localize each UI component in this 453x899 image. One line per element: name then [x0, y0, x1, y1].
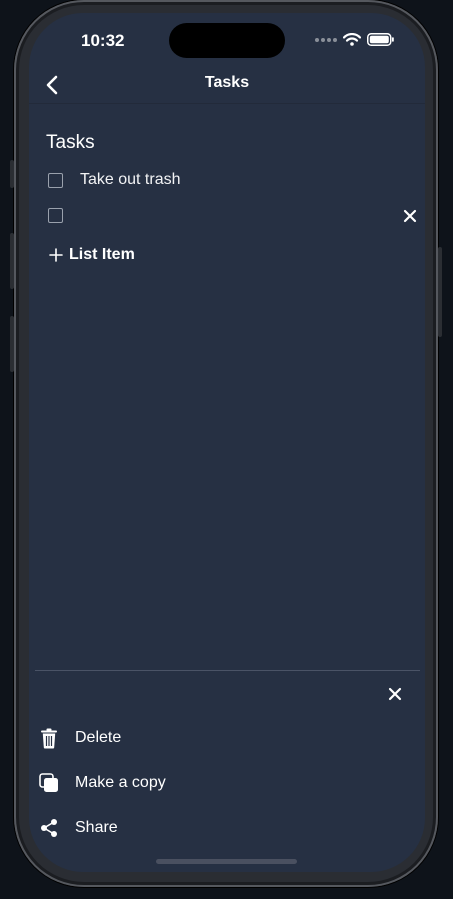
item-text[interactable]: Take out trash	[80, 171, 181, 189]
item-checkbox[interactable]	[48, 208, 63, 223]
app-screen: 10:32 Tasks Tasks Take out trash List It…	[29, 13, 425, 872]
close-sheet-icon[interactable]	[387, 686, 403, 702]
side-button	[10, 233, 14, 289]
dynamic-island	[169, 23, 285, 58]
cellular-signal-icon	[315, 37, 337, 42]
list-title[interactable]: Tasks	[46, 132, 95, 154]
share-label: Share	[75, 819, 118, 836]
list-item	[48, 206, 418, 228]
side-button	[438, 247, 442, 337]
page-title: Tasks	[204, 74, 250, 91]
trash-icon	[39, 727, 59, 749]
status-icons	[315, 33, 395, 46]
list-item: Take out trash	[48, 171, 418, 193]
plus-icon	[49, 248, 63, 262]
action-sheet: Delete Make a copy Share	[35, 670, 420, 872]
status-time: 10:32	[81, 31, 125, 50]
share-icon	[39, 817, 59, 839]
make-copy-label: Make a copy	[75, 774, 166, 791]
wifi-icon	[343, 33, 361, 46]
share-button[interactable]: Share	[39, 817, 118, 839]
delete-label: Delete	[75, 729, 122, 746]
make-copy-button[interactable]: Make a copy	[39, 772, 166, 794]
side-button	[10, 160, 14, 188]
nav-bar: Tasks	[29, 63, 425, 104]
delete-button[interactable]: Delete	[39, 727, 121, 749]
side-button	[10, 316, 14, 372]
remove-item-close-icon[interactable]	[402, 208, 418, 224]
item-checkbox[interactable]	[48, 173, 63, 188]
battery-icon	[367, 33, 394, 46]
copy-icon	[39, 772, 59, 794]
home-indicator[interactable]	[156, 859, 297, 864]
add-list-item-button[interactable]: List Item	[49, 246, 135, 264]
add-list-item-label: List Item	[69, 246, 135, 263]
